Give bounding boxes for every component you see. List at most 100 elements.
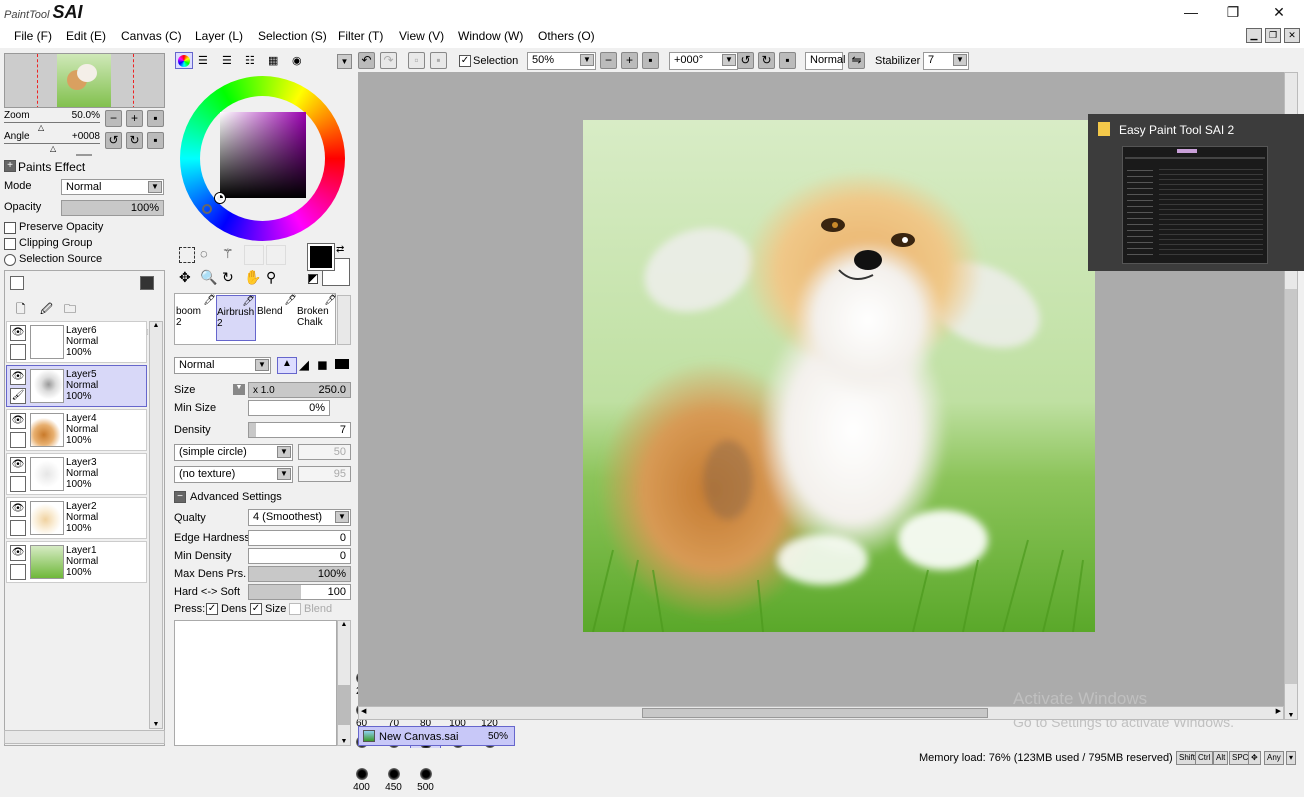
new-layer-button-icon[interactable]: 🗋 <box>16 300 26 321</box>
layer-lock-checkbox[interactable] <box>10 564 26 580</box>
density-slider[interactable]: 7 <box>248 422 351 438</box>
layer-row[interactable]: 👁 Layer2 Normal 100% <box>6 497 147 539</box>
menu-filter[interactable]: Filter (T) <box>338 29 383 43</box>
brush-blend-dropdown[interactable]: Normal ▼ <box>174 357 271 374</box>
min-size-slider[interactable]: 0% <box>248 400 330 416</box>
canvas-vscroll-thumb[interactable] <box>1285 289 1297 684</box>
brush-texture-dropdown[interactable]: (no texture) ▼ <box>174 466 293 483</box>
layer-hscrollbar[interactable] <box>4 730 165 744</box>
paints-effect-toggle-icon[interactable]: + <box>4 160 16 172</box>
brush-icon[interactable]: 🖌 <box>10 388 26 404</box>
blend-mode-dropdown[interactable]: Normal ▼ <box>61 179 164 195</box>
scratchpad-mode-icon[interactable]: ▦ <box>268 54 278 67</box>
shape-soft-icon[interactable]: ▲ <box>277 357 297 374</box>
invert-selection-button[interactable]: ▪ <box>430 52 447 69</box>
menu-layer[interactable]: Layer (L) <box>195 29 243 43</box>
canvas-zoom-reset-button[interactable]: ▪ <box>642 52 659 69</box>
scroll-down-icon[interactable]: ▼ <box>1285 712 1297 719</box>
brush-slot[interactable]: 🖊 Blend <box>257 295 297 341</box>
layer-row-selected[interactable]: 👁 🖌 Layer5 Normal 100% <box>6 365 147 407</box>
reset-colors-icon[interactable] <box>308 274 318 284</box>
press-blend-checkbox[interactable] <box>289 603 301 615</box>
angle-slider-handle[interactable]: △ <box>50 144 56 153</box>
canvas-hscroll-thumb[interactable] <box>642 708 988 718</box>
taskbar-preview[interactable]: Easy Paint Tool SAI 2 <box>1088 114 1304 271</box>
scroll-up-icon[interactable]: ▲ <box>150 322 162 329</box>
tool-panel-menu-icon[interactable]: ▼ <box>337 54 352 69</box>
zoom-in-button[interactable]: + <box>126 110 143 127</box>
rotate-right-button[interactable]: ↻ <box>126 132 143 149</box>
maximize-button[interactable]: ❐ <box>1218 2 1248 22</box>
max-dens-slider[interactable]: 100% <box>248 566 351 582</box>
menu-selection[interactable]: Selection (S) <box>258 29 327 43</box>
canvas-rotate-reset-button[interactable]: ▪ <box>779 52 796 69</box>
menu-view[interactable]: View (V) <box>399 29 444 43</box>
clipping-group-checkbox[interactable] <box>4 238 16 250</box>
primary-color-swatch[interactable] <box>308 244 334 270</box>
brush-texture-strength[interactable]: 95 <box>298 466 351 482</box>
selection-source-radio[interactable] <box>4 254 16 266</box>
rect-select-icon[interactable] <box>179 247 195 263</box>
scroll-down-icon[interactable]: ▼ <box>338 738 350 745</box>
minimize-button[interactable]: — <box>1176 2 1206 22</box>
swap-colors-icon[interactable]: ⇄ <box>336 244 344 255</box>
quality-dropdown[interactable]: 4 (Smoothest) ▼ <box>248 509 351 526</box>
brush-slot-selected[interactable]: 🖊 Airbrush 2 <box>216 295 256 341</box>
saturation-value-square[interactable] <box>220 112 306 198</box>
menu-canvas[interactable]: Canvas (C) <box>121 29 182 43</box>
angle-dropdown[interactable]: +000° ▼ <box>669 52 738 70</box>
brush-shape-dropdown[interactable]: (simple circle) ▼ <box>174 444 293 461</box>
undo-button[interactable]: ↶ <box>358 52 375 69</box>
scroll-down-icon[interactable]: ▼ <box>150 721 162 728</box>
mdi-minimize-button[interactable]: ▁ <box>1246 28 1262 43</box>
preserve-opacity-checkbox[interactable] <box>4 222 16 234</box>
opacity-slider[interactable]: 100% <box>61 200 164 216</box>
scroll-left-icon[interactable]: ◀ <box>361 707 366 715</box>
canvas-zoom-out-button[interactable]: − <box>600 52 617 69</box>
zoom-out-button[interactable]: − <box>105 110 122 127</box>
canvas-zoom-in-button[interactable]: + <box>621 52 638 69</box>
color-wheel-mode-icon[interactable] <box>175 52 193 69</box>
eyedropper-icon[interactable]: ⚲ <box>266 269 276 286</box>
brush-palette-scrollbar[interactable] <box>337 295 351 345</box>
brush-slot[interactable]: 🖊 Broken Chalk <box>297 295 337 341</box>
eye-icon[interactable]: 👁 <box>10 457 26 473</box>
layer-lock-checkbox[interactable] <box>10 476 26 492</box>
hand-icon[interactable]: ✋ <box>244 269 261 286</box>
shape-medium-icon[interactable]: ◢ <box>299 357 309 373</box>
scroll-thumb[interactable] <box>338 685 350 725</box>
mdi-restore-button[interactable]: ❐ <box>1265 28 1281 43</box>
press-dens-checkbox[interactable]: ✓ <box>206 603 218 615</box>
redo-button[interactable]: ↷ <box>380 52 397 69</box>
layer-lock-checkbox[interactable] <box>10 520 26 536</box>
brush-size-cell[interactable]: 400 <box>346 765 377 797</box>
brush-shape-strength[interactable]: 50 <box>298 444 351 460</box>
rotate-left-button[interactable]: ↺ <box>105 132 122 149</box>
layer-row[interactable]: 👁 Layer4 Normal 100% <box>6 409 147 451</box>
new-folder-icon[interactable]: 🗀 <box>64 300 76 321</box>
layer-row[interactable]: 👁 Layer3 Normal 100% <box>6 453 147 495</box>
brush-size-cell[interactable]: 450 <box>378 765 409 797</box>
sv-cursor[interactable] <box>215 193 225 203</box>
size-grid-scrollbar[interactable]: ▲ ▼ <box>337 620 351 746</box>
navigator-thumbnail[interactable] <box>4 53 165 108</box>
panel-splitter[interactable] <box>76 154 92 156</box>
hue-cursor[interactable] <box>202 204 212 214</box>
layer-scrollbar[interactable]: ▲ ▼ <box>149 321 163 729</box>
hard-soft-slider[interactable]: 100 <box>248 584 351 600</box>
eye-icon[interactable]: 👁 <box>10 413 26 429</box>
shape-square-icon[interactable] <box>335 359 349 369</box>
hsv-slider-mode-icon[interactable]: ☰ <box>222 54 232 67</box>
rotate-reset-button[interactable]: ▪ <box>147 132 164 149</box>
canvas-rotate-right-button[interactable]: ↻ <box>758 52 775 69</box>
press-size-checkbox[interactable]: ✓ <box>250 603 262 615</box>
min-density-slider[interactable]: 0 <box>248 548 351 564</box>
lasso-icon[interactable]: ◌ <box>200 246 208 261</box>
shape-hard-icon[interactable]: ◼ <box>317 357 328 373</box>
close-button[interactable]: ✕ <box>1264 2 1294 22</box>
eye-icon[interactable]: 👁 <box>10 369 26 385</box>
layer-mask-icon[interactable] <box>140 276 154 290</box>
layer-row[interactable]: 👁 Layer1 Normal 100% <box>6 541 147 583</box>
view-mode-field[interactable]: Normal <box>805 52 845 70</box>
eye-icon[interactable]: 👁 <box>10 545 26 561</box>
